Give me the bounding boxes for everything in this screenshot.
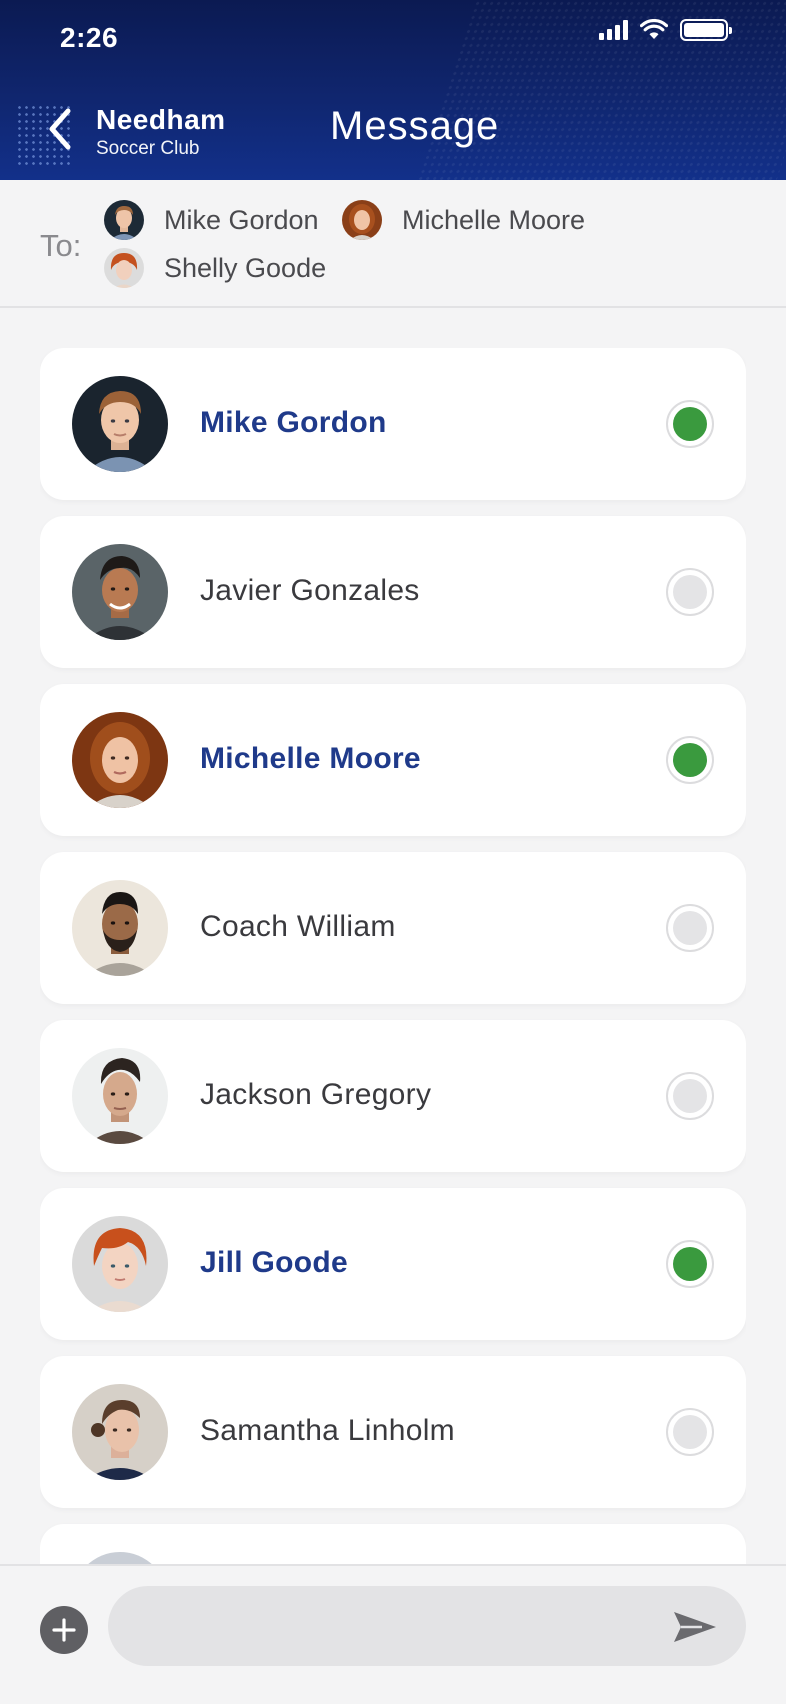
club-name-secondary: Soccer Club (96, 138, 200, 159)
select-radio[interactable] (666, 1072, 714, 1120)
contact-name: Samantha Linholm (200, 1414, 455, 1447)
contact-name: Jackson Gregory (200, 1078, 432, 1111)
contact-list[interactable]: Mike Gordon Javier Gonzales Michelle Moo… (40, 348, 746, 1564)
to-label: To: (40, 228, 82, 263)
radio-indicator (673, 1415, 707, 1449)
contact-row[interactable] (40, 1524, 746, 1564)
radio-indicator (673, 407, 707, 441)
contact-name: Michelle Moore (200, 742, 421, 775)
select-radio[interactable] (666, 736, 714, 784)
back-button[interactable] (40, 104, 80, 154)
avatar (72, 376, 168, 472)
select-radio[interactable] (666, 904, 714, 952)
page-title: Message (330, 104, 500, 148)
radio-indicator (673, 1247, 707, 1281)
battery-icon (680, 19, 732, 41)
avatar (104, 248, 144, 288)
contact-row[interactable]: Coach William (40, 852, 746, 1004)
status-time: 2:26 (60, 22, 119, 53)
recipient-name: Michelle Moore (402, 204, 586, 235)
contact-row[interactable]: Jackson Gregory (40, 1020, 746, 1172)
radio-indicator (673, 575, 707, 609)
select-radio[interactable] (666, 400, 714, 448)
chevron-left-icon (49, 108, 71, 150)
avatar (72, 880, 168, 976)
contact-row[interactable]: Samantha Linholm (40, 1356, 746, 1508)
avatar (72, 1384, 168, 1480)
send-icon (674, 1612, 716, 1642)
select-radio[interactable] (666, 1408, 714, 1456)
avatar (72, 712, 168, 808)
avatar (104, 200, 144, 240)
avatar (342, 200, 382, 240)
send-button[interactable] (670, 1604, 720, 1650)
recipient-chip[interactable]: Michelle Moore (342, 200, 585, 240)
status-icons (599, 18, 732, 42)
club-name-primary: Needham (96, 104, 226, 135)
recipient-chip[interactable]: Shelly Goode (104, 248, 326, 288)
contact-name: Jill Goode (200, 1246, 349, 1279)
contact-name: Coach William (200, 910, 396, 943)
radio-indicator (673, 911, 707, 945)
message-composer (0, 1564, 786, 1704)
wifi-icon (640, 19, 668, 39)
add-attachment-button[interactable] (40, 1606, 88, 1654)
recipient-chip[interactable]: Mike Gordon (104, 200, 319, 240)
select-radio[interactable] (666, 1240, 714, 1288)
avatar (72, 1048, 168, 1144)
contact-name: Mike Gordon (200, 406, 387, 439)
recipient-name: Mike Gordon (164, 204, 319, 235)
avatar (72, 544, 168, 640)
message-input[interactable] (108, 1586, 746, 1666)
contact-row[interactable]: Jill Goode (40, 1188, 746, 1340)
select-radio[interactable] (666, 568, 714, 616)
contact-row[interactable]: Michelle Moore (40, 684, 746, 836)
app-header: 2:26 Needham Soccer Club Message (0, 0, 786, 180)
contact-row[interactable]: Javier Gonzales (40, 516, 746, 668)
contact-name: Javier Gonzales (200, 574, 420, 607)
club-name[interactable]: Needham Soccer Club (96, 104, 226, 160)
plus-icon (52, 1618, 76, 1642)
recipients-bar[interactable]: To: Mike Gordon Michelle Moore Shelly Go… (0, 180, 786, 308)
recipient-name: Shelly Goode (164, 252, 327, 283)
avatar (72, 1216, 168, 1312)
cellular-signal-icon (599, 20, 628, 40)
contact-row[interactable]: Mike Gordon (40, 348, 746, 500)
avatar (72, 1552, 168, 1564)
radio-indicator (673, 1079, 707, 1113)
radio-indicator (673, 743, 707, 777)
